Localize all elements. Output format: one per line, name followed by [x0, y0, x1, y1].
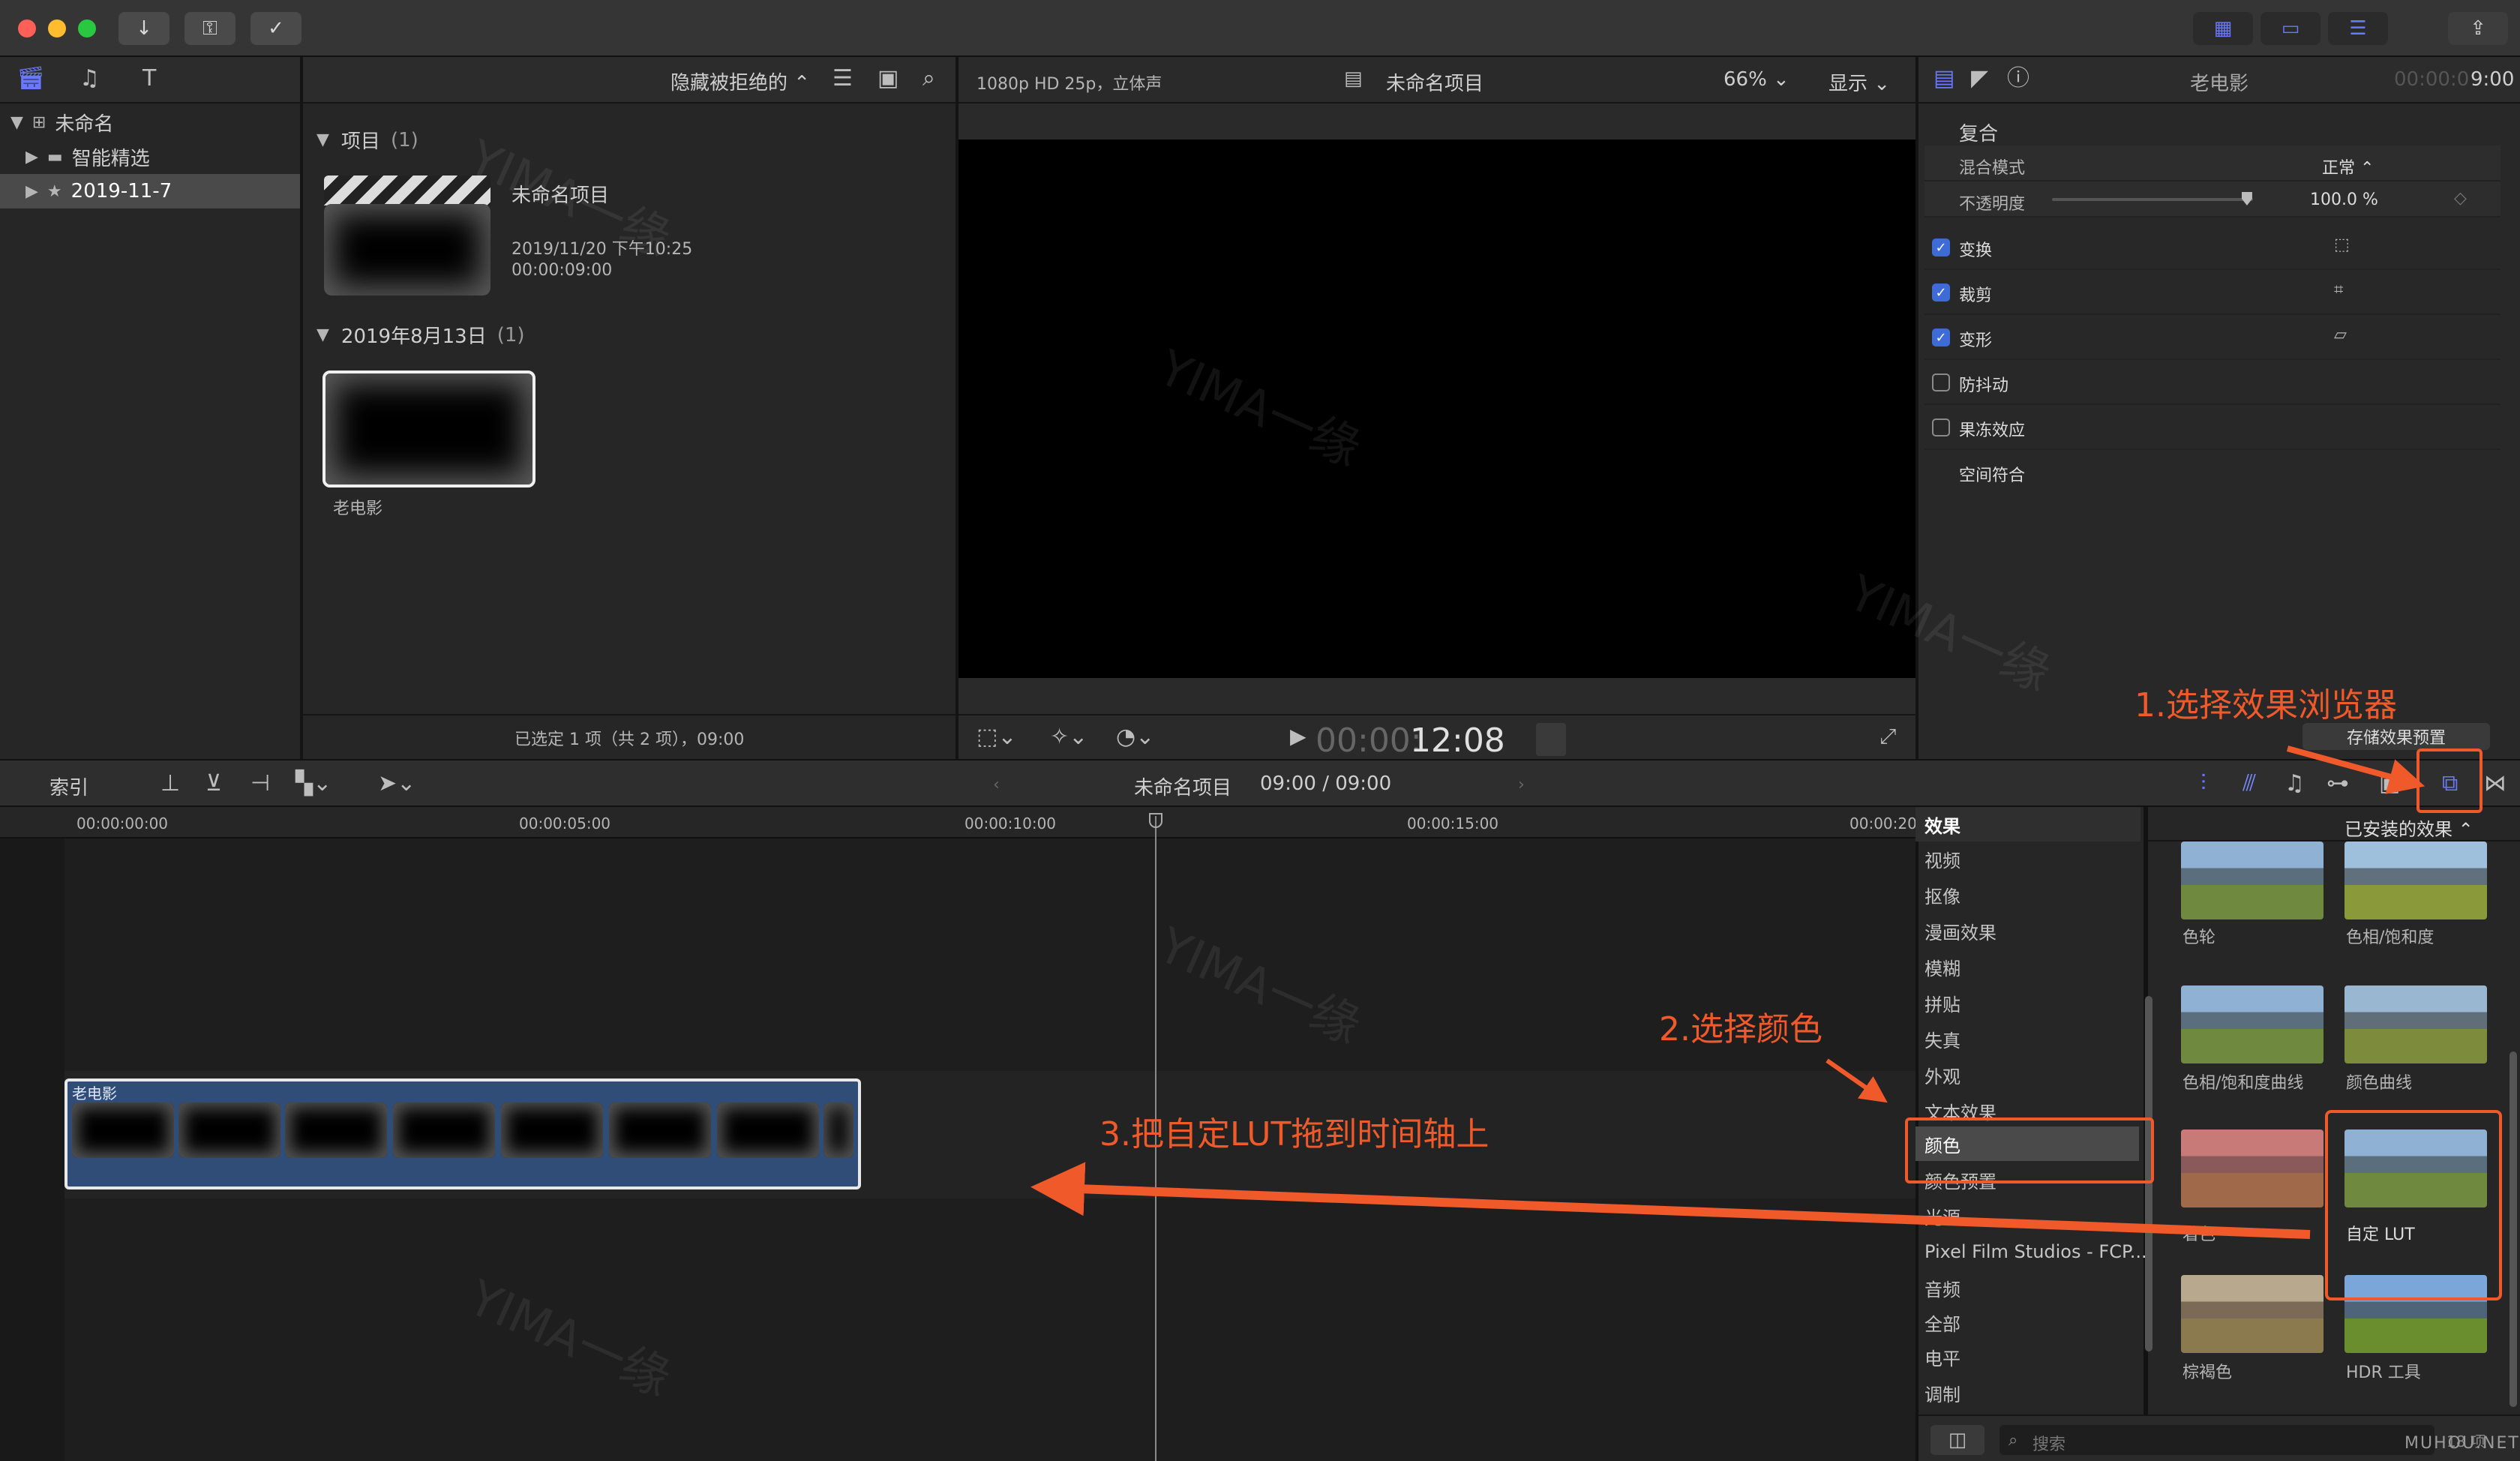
arrow-to-timeline	[1030, 1162, 2311, 1239]
annotation-arrows	[1030, 746, 2426, 1239]
arrow-to-effects-button	[2286, 746, 2426, 794]
arrow-to-color-category	[1826, 1058, 1888, 1103]
